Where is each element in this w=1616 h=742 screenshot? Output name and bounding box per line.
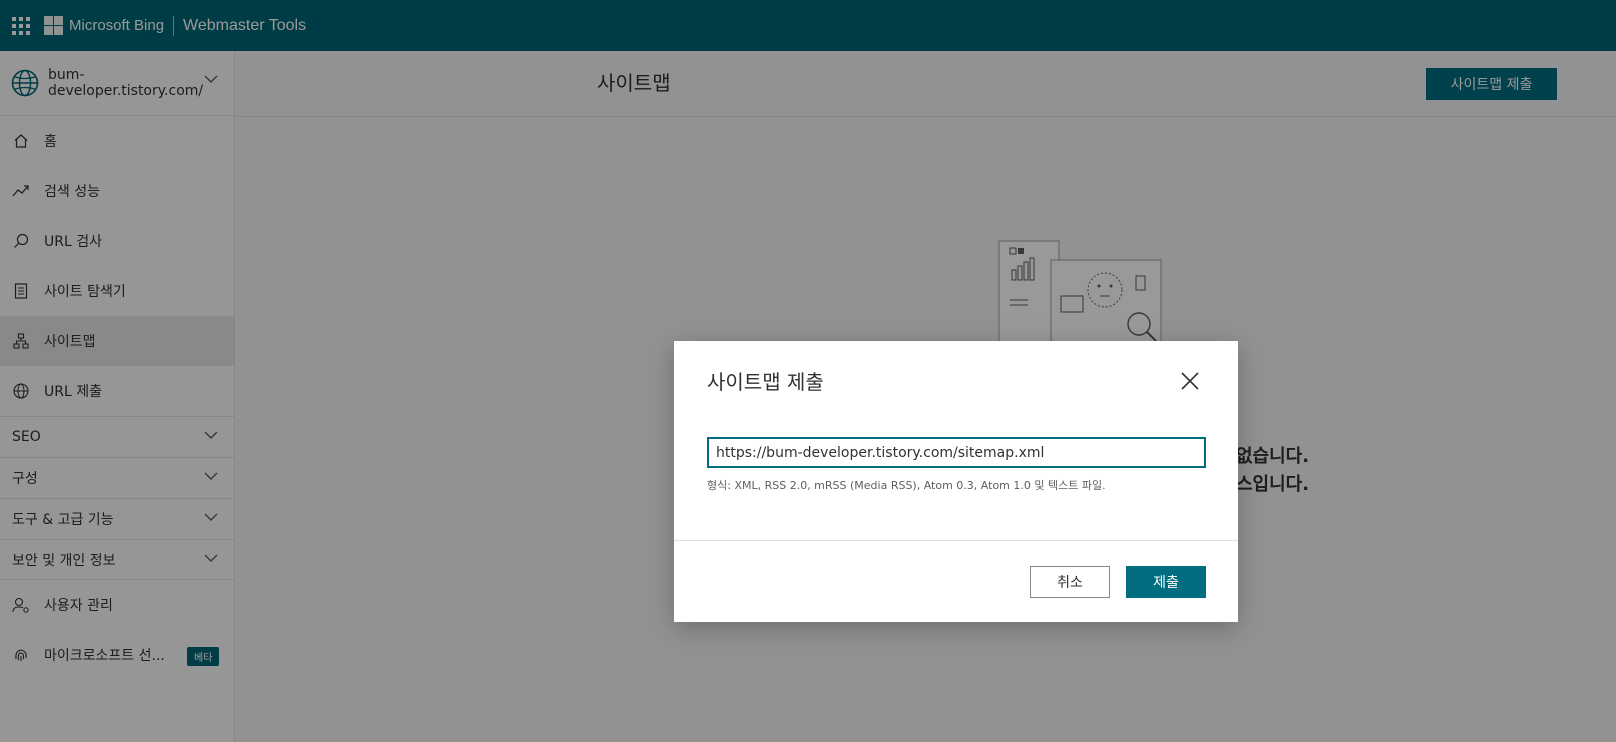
submit-button[interactable]: 제출 bbox=[1126, 566, 1206, 598]
cancel-button[interactable]: 취소 bbox=[1030, 566, 1110, 598]
close-icon bbox=[1181, 372, 1199, 390]
close-button[interactable] bbox=[1179, 371, 1201, 393]
dialog-title: 사이트맵 제출 bbox=[707, 370, 824, 394]
sitemap-url-input[interactable] bbox=[707, 437, 1206, 468]
format-hint: 형식: XML, RSS 2.0, mRSS (Media RSS), Atom… bbox=[707, 479, 1106, 492]
submit-sitemap-dialog: 사이트맵 제출 형식: XML, RSS 2.0, mRSS (Media RS… bbox=[674, 341, 1238, 622]
dialog-divider bbox=[674, 540, 1238, 541]
